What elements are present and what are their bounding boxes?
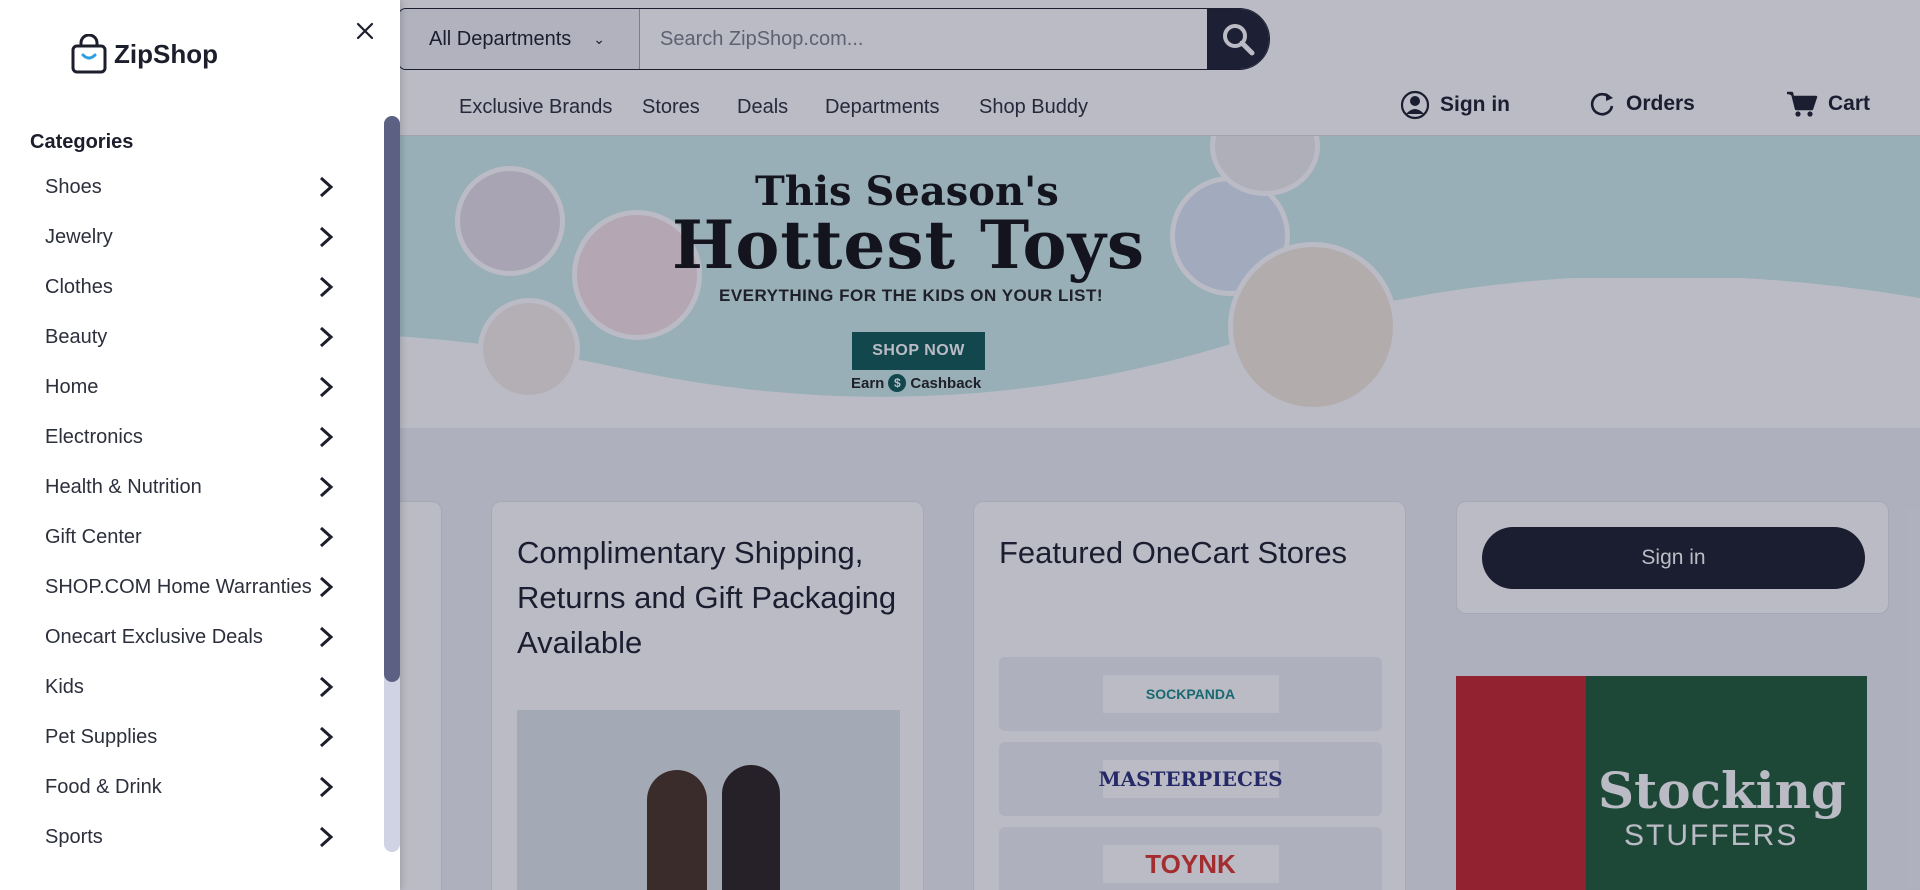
category-label: Shoes	[45, 175, 102, 198]
category-label: SHOP.COM Home Warranties	[45, 575, 312, 598]
drawer-scrollbar-thumb[interactable]	[384, 116, 400, 682]
category-item-jewelry[interactable]: Jewelry	[0, 212, 380, 262]
category-label: Onecart Exclusive Deals	[45, 625, 263, 648]
category-list: Shoes Jewelry Clothes Beauty Home Electr…	[0, 162, 380, 862]
category-item-pet-supplies[interactable]: Pet Supplies	[0, 712, 380, 762]
category-item-shoes[interactable]: Shoes	[0, 162, 380, 212]
close-icon	[356, 22, 374, 40]
category-item-home-warranties[interactable]: SHOP.COM Home Warranties	[0, 562, 380, 612]
category-label: Health & Nutrition	[45, 475, 202, 498]
zipshop-logo[interactable]: ZipShop	[70, 34, 218, 74]
chevron-right-icon	[319, 176, 334, 198]
category-label: Electronics	[45, 425, 143, 448]
category-label: Kids	[45, 675, 84, 698]
chevron-right-icon	[319, 676, 334, 698]
chevron-right-icon	[319, 826, 334, 848]
category-item-kids[interactable]: Kids	[0, 662, 380, 712]
logo-text: ZipShop	[114, 38, 218, 69]
category-item-health-nutrition[interactable]: Health & Nutrition	[0, 462, 380, 512]
category-label: Clothes	[45, 275, 113, 298]
close-drawer-button[interactable]	[352, 18, 378, 44]
chevron-right-icon	[319, 326, 334, 348]
category-label: Pet Supplies	[45, 725, 158, 748]
chevron-right-icon	[319, 776, 334, 798]
chevron-right-icon	[319, 476, 334, 498]
category-item-onecart-deals[interactable]: Onecart Exclusive Deals	[0, 612, 380, 662]
chevron-right-icon	[319, 526, 334, 548]
category-label: Gift Center	[45, 525, 142, 548]
chevron-right-icon	[319, 726, 334, 748]
category-item-food-drink[interactable]: Food & Drink	[0, 762, 380, 812]
category-label: Sports	[45, 825, 103, 848]
categories-drawer: ZipShop Categories Shoes Jewelry Clothes…	[0, 0, 400, 890]
category-item-electronics[interactable]: Electronics	[0, 412, 380, 462]
category-label: Beauty	[45, 325, 108, 348]
category-item-home[interactable]: Home	[0, 362, 380, 412]
categories-heading: Categories	[30, 131, 134, 153]
category-label: Jewelry	[45, 225, 113, 248]
category-label: Home	[45, 375, 99, 398]
shopping-bag-icon	[71, 34, 107, 74]
category-item-beauty[interactable]: Beauty	[0, 312, 380, 362]
chevron-right-icon	[319, 626, 334, 648]
chevron-right-icon	[319, 226, 334, 248]
chevron-right-icon	[319, 276, 334, 298]
category-item-clothes[interactable]: Clothes	[0, 262, 380, 312]
chevron-right-icon	[319, 576, 334, 598]
category-item-sports[interactable]: Sports	[0, 812, 380, 862]
chevron-right-icon	[319, 376, 334, 398]
chevron-right-icon	[319, 426, 334, 448]
category-label: Food & Drink	[45, 775, 162, 798]
category-item-gift-center[interactable]: Gift Center	[0, 512, 380, 562]
